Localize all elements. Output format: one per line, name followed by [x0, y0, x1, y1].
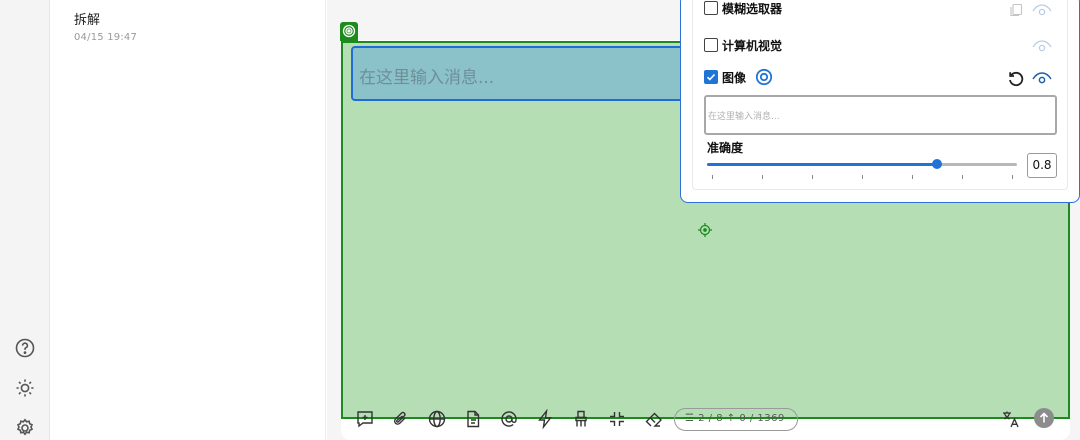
root-element-tag	[340, 22, 358, 41]
image-checkbox[interactable]	[704, 70, 718, 84]
sun-icon[interactable]	[14, 377, 36, 399]
computer-vision-checkbox[interactable]	[704, 38, 718, 52]
computer-vision-label: 计算机视觉	[722, 39, 783, 53]
fuzzy-selector-checkbox[interactable]	[704, 1, 718, 15]
slider-tick	[762, 175, 763, 179]
app-window: 拆解 04/15 19:47 在这里输入消息... ☰ 2 / 8 ↑ 0 / …	[0, 0, 1080, 440]
send-button[interactable]	[1034, 408, 1054, 428]
slider-tick	[962, 175, 963, 179]
mention-icon[interactable]	[499, 409, 519, 429]
copy-icon[interactable]	[1009, 3, 1023, 17]
check-icon	[706, 73, 716, 81]
crosshair-icon	[698, 223, 712, 237]
accuracy-slider-thumb[interactable]	[932, 159, 942, 169]
clear-icon[interactable]	[571, 409, 591, 429]
slider-tick	[712, 175, 713, 179]
accuracy-slider-fill	[707, 163, 937, 166]
slider-tick	[1012, 175, 1013, 179]
accuracy-slider[interactable]	[707, 159, 1017, 169]
computer-vision-eye-icon[interactable]	[1032, 40, 1052, 54]
slider-tick	[862, 175, 863, 179]
slider-tick	[812, 175, 813, 179]
conversation-time: 04/15 19:47	[74, 32, 138, 43]
image-eye-icon[interactable]	[1032, 72, 1052, 86]
message-input[interactable]: 在这里输入消息...	[351, 46, 699, 101]
conversation-title: 拆解	[74, 13, 101, 28]
eraser-icon[interactable]	[643, 409, 663, 429]
accuracy-label: 准确度	[707, 141, 744, 155]
refresh-icon[interactable]	[1007, 70, 1025, 88]
attachment-icon[interactable]	[391, 409, 411, 429]
collapse-icon[interactable]	[607, 409, 627, 429]
quick-phrase-icon[interactable]	[535, 409, 555, 429]
accuracy-value-input[interactable]: 0.8	[1027, 153, 1057, 178]
image-prompt-placeholder: 在这里输入消息...	[708, 112, 780, 122]
token-counter-text: ☰ 2 / 8 ↑ 0 / 1369	[685, 413, 785, 424]
conversation-item[interactable]: 拆解 04/15 19:47	[51, 0, 325, 56]
icon-rail	[0, 0, 50, 440]
token-counter: ☰ 2 / 8 ↑ 0 / 1369	[674, 408, 798, 431]
message-input-placeholder: 在这里输入消息...	[359, 68, 495, 88]
settings-icon[interactable]	[14, 417, 36, 439]
image-label: 图像	[722, 71, 747, 85]
slider-tick	[912, 175, 913, 179]
fuzzy-selector-label: 模糊选取器	[722, 2, 783, 16]
target-icon[interactable]	[755, 68, 773, 86]
fuzzy-selector-eye-icon[interactable]	[1032, 4, 1052, 18]
send-icon	[1039, 412, 1049, 423]
translate-icon[interactable]	[1001, 409, 1021, 429]
image-prompt-input[interactable]: 在这里输入消息...	[704, 95, 1057, 135]
file-icon[interactable]	[463, 409, 483, 429]
web-search-icon[interactable]	[427, 409, 447, 429]
conversation-list: 拆解 04/15 19:47	[51, 0, 326, 440]
help-icon[interactable]	[14, 337, 36, 359]
new-topic-icon[interactable]	[355, 409, 375, 429]
